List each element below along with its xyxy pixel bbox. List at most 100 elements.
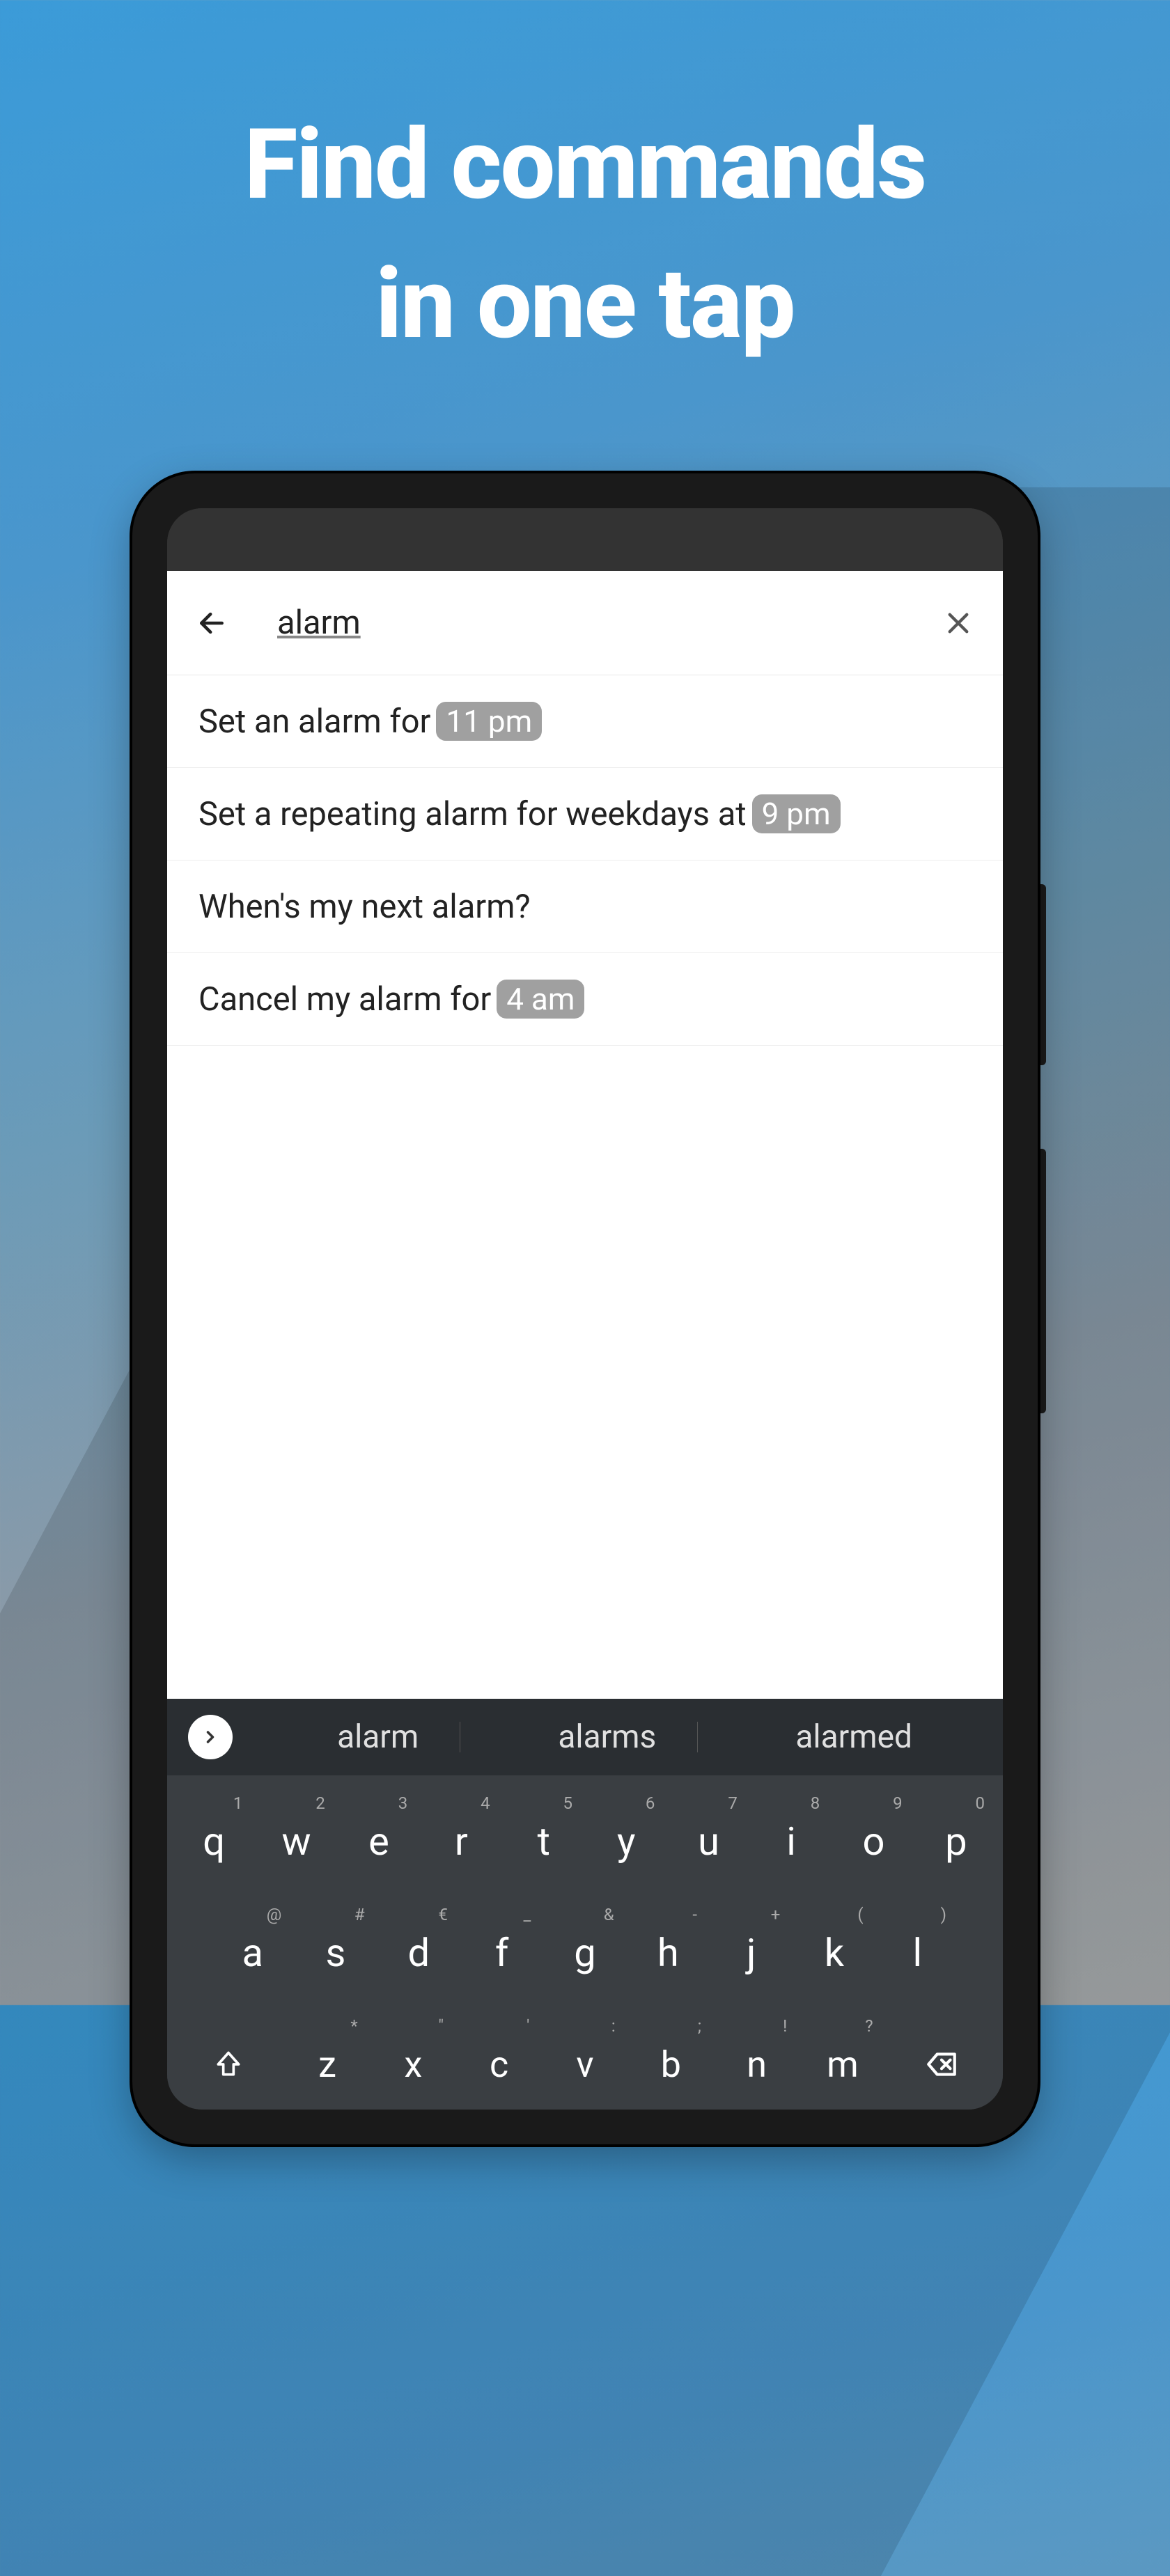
key-secondary: ! [783,2016,787,2036]
keyboard-key-m[interactable]: ?m [800,2012,885,2110]
power-button [1036,1149,1046,1413]
result-item[interactable]: Set a repeating alarm for weekdays at 9 … [167,768,1003,861]
key-secondary: @ [267,1905,282,1924]
key-secondary: 0 [976,1793,985,1813]
key-secondary: ( [857,1905,863,1924]
result-item[interactable]: When's my next alarm? [167,861,1003,953]
keyboard-key-a[interactable]: @a [211,1901,294,2005]
app-content: alarm Set an alarm for 11 pmSet a repeat… [167,571,1003,1699]
search-input[interactable]: alarm [277,604,942,642]
key-primary: r [455,1819,468,1864]
keyboard-suggestion[interactable]: alarm [309,1718,446,1756]
keyboard-key-k[interactable]: (k [793,1901,875,2005]
key-primary: c [490,2043,508,2086]
key-primary: t [538,1819,550,1864]
key-secondary: € [439,1905,448,1924]
key-primary: g [574,1930,595,1976]
keyboard-key-o[interactable]: 9o [832,1789,914,1894]
key-primary: l [912,1930,922,1976]
result-item[interactable]: Set an alarm for 11 pm [167,675,1003,768]
result-param-chip: 9 pm [752,794,841,833]
key-secondary: 3 [398,1793,408,1813]
key-secondary: " [438,2016,444,2036]
keyboard-key-d[interactable]: €d [377,1901,460,2005]
keyboard-key-f[interactable]: _f [460,1901,543,2005]
key-primary: k [825,1930,844,1976]
result-text: Set a repeating alarm for weekdays at [198,795,747,833]
backspace-icon [924,2047,959,2082]
key-primary: s [326,1930,346,1976]
keyboard-key-g[interactable]: &g [543,1901,626,2005]
status-bar [167,508,1003,571]
key-primary: e [368,1819,389,1864]
keyboard-key-h[interactable]: -h [627,1901,710,2005]
shift-key[interactable] [173,2012,284,2110]
keyboard-key-u[interactable]: 7u [667,1789,749,1894]
keyboard-key-v[interactable]: :v [542,2012,627,2110]
key-secondary: # [354,1905,365,1924]
result-item[interactable]: Cancel my alarm for 4 am [167,953,1003,1046]
suggestion-bar: alarm alarms alarmed [167,1699,1003,1775]
key-secondary: 6 [646,1793,655,1813]
keyboard-key-p[interactable]: 0p [915,1789,997,1894]
key-secondary: & [604,1905,614,1924]
key-primary: v [576,2043,593,2086]
key-primary: u [698,1819,719,1864]
result-text: When's my next alarm? [198,888,531,926]
key-secondary: 4 [481,1793,490,1813]
expand-suggestions-button[interactable] [188,1715,233,1759]
key-primary: n [747,2043,767,2086]
key-primary: o [862,1819,884,1864]
keyboard-suggestion[interactable]: alarmed [767,1718,940,1756]
back-button[interactable] [195,606,228,640]
search-header: alarm [167,571,1003,675]
result-param-chip: 11 pm [436,702,542,741]
key-secondary: 5 [563,1793,573,1813]
key-secondary: + [771,1905,781,1924]
close-icon [944,608,973,638]
phone-frame: alarm Set an alarm for 11 pmSet a repeat… [132,473,1038,2144]
key-secondary: ; [698,2016,701,2036]
hero-headline-2: in one tap [0,247,1170,361]
key-secondary: 2 [315,1793,325,1813]
keyboard-key-l[interactable]: )l [876,1901,959,2005]
key-secondary: 7 [728,1793,738,1813]
key-secondary: ' [526,2016,529,2036]
clear-search-button[interactable] [942,606,975,640]
keyboard-key-w[interactable]: 2w [255,1789,337,1894]
keyboard-key-q[interactable]: 1q [173,1789,255,1894]
shift-icon [213,2049,244,2080]
keyboard-suggestion[interactable]: alarms [530,1718,684,1756]
keyboard-key-j[interactable]: +j [710,1901,793,2005]
keyboard-key-z[interactable]: *z [284,2012,370,2110]
key-secondary: 1 [233,1793,243,1813]
keyboard-key-r[interactable]: 4r [420,1789,502,1894]
key-secondary: _ [524,1905,531,1924]
key-secondary: ? [865,2016,873,2036]
keyboard-key-y[interactable]: 6y [585,1789,667,1894]
key-primary: i [786,1819,796,1864]
keyboard-key-b[interactable]: ;b [628,2012,714,2110]
key-secondary: : [611,2016,616,2036]
keyboard-key-e[interactable]: 3e [338,1789,420,1894]
key-secondary: 9 [893,1793,903,1813]
keyboard-key-i[interactable]: 8i [750,1789,832,1894]
key-secondary: * [350,2016,357,2036]
key-primary: y [617,1819,636,1864]
key-primary: m [827,2043,859,2086]
keyboard-key-t[interactable]: 5t [503,1789,585,1894]
key-primary: f [495,1930,508,1976]
keyboard-key-x[interactable]: "x [370,2012,456,2110]
keyboard-key-n[interactable]: !n [714,2012,800,2110]
keyboard-key-c[interactable]: 'c [456,2012,542,2110]
key-secondary: - [692,1905,697,1924]
key-primary: d [408,1930,430,1976]
keyboard-key-s[interactable]: #s [294,1901,377,2005]
key-primary: h [657,1930,679,1976]
results-list: Set an alarm for 11 pmSet a repeating al… [167,675,1003,1046]
key-primary: j [747,1930,756,1976]
result-param-chip: 4 am [497,980,584,1019]
key-secondary: 8 [811,1793,820,1813]
key-primary: w [282,1819,311,1864]
backspace-key[interactable] [886,2012,997,2110]
